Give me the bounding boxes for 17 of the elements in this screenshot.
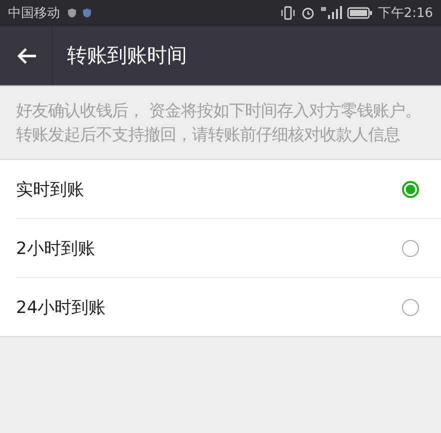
option-row[interactable]: 实时到账	[16, 160, 441, 219]
back-arrow-icon	[16, 46, 38, 66]
screen-title: 转账到账时间	[67, 42, 187, 69]
option-label: 2小时到账	[16, 238, 95, 260]
carrier-name: 中国移动	[8, 5, 60, 22]
option-row[interactable]: 2小时到账	[16, 219, 441, 278]
radio-button[interactable]	[402, 180, 419, 198]
radio-button[interactable]	[402, 298, 419, 316]
signal-icon	[320, 6, 342, 20]
radio-button[interactable]	[402, 240, 419, 256]
option-label: 24小时到账	[16, 296, 106, 318]
option-label: 实时到账	[16, 178, 84, 200]
vibrate-icon	[280, 6, 296, 20]
option-row[interactable]: 24小时到账	[16, 278, 441, 336]
clock-time: 下午2:16	[378, 5, 433, 22]
alarm-icon	[300, 6, 315, 20]
battery-icon	[346, 7, 373, 19]
